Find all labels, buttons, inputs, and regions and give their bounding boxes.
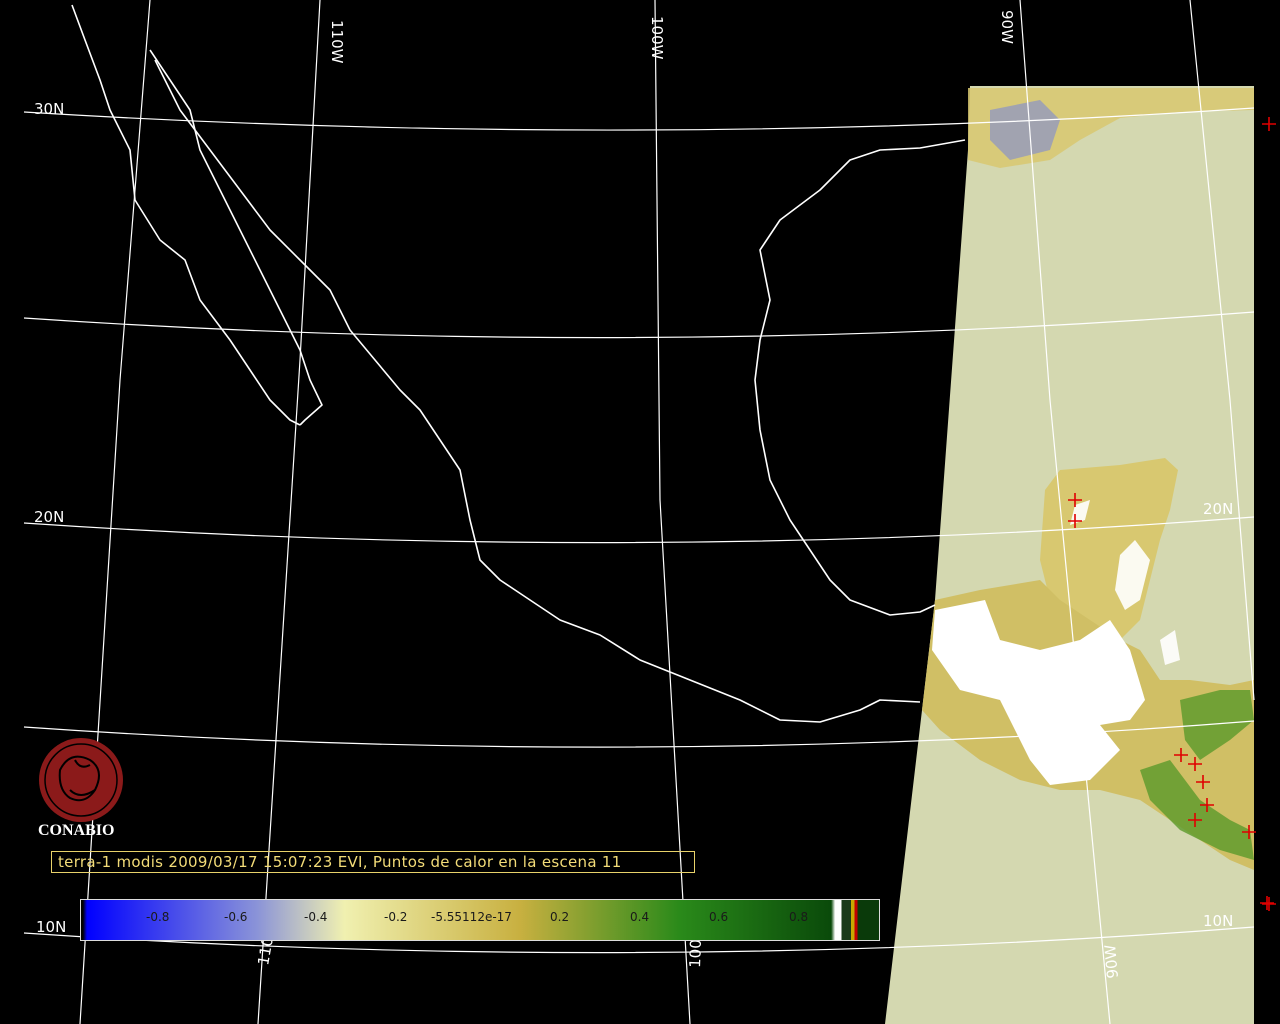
colorbar-tick: -0.8 (146, 910, 170, 924)
colorbar-tick: -5.55112e-17 (431, 910, 512, 924)
lbl-90w-top: 90W (998, 10, 1016, 44)
lbl-110w-top: 110W (328, 20, 346, 64)
colorbar-tick: -0.4 (304, 910, 328, 924)
colorbar-tick: -0.6 (224, 910, 248, 924)
colorbar-tick: 0.2 (550, 910, 570, 924)
colorbar-tick: 0.8 (789, 910, 809, 924)
lbl-10n-right: 10N (1203, 912, 1233, 930)
lbl-30n: 30N (34, 100, 64, 118)
lbl-20n: 20N (34, 508, 64, 526)
lbl-90w-bottom: 90W (1101, 944, 1122, 980)
colorbar-tick: -0.2 (384, 910, 408, 924)
conabio-logo (39, 738, 123, 822)
lbl-100w-top: 100W (648, 16, 666, 60)
logo-text: CONABIO (38, 822, 115, 839)
lbl-10n: 10N (36, 918, 66, 936)
scene-caption: terra-1 modis 2009/03/17 15:07:23 EVI, P… (58, 853, 622, 871)
colorbar-tick: 0.6 (709, 910, 729, 924)
lbl-20n-right: 20N (1203, 500, 1233, 518)
colorbar-tick: 0.4 (630, 910, 650, 924)
